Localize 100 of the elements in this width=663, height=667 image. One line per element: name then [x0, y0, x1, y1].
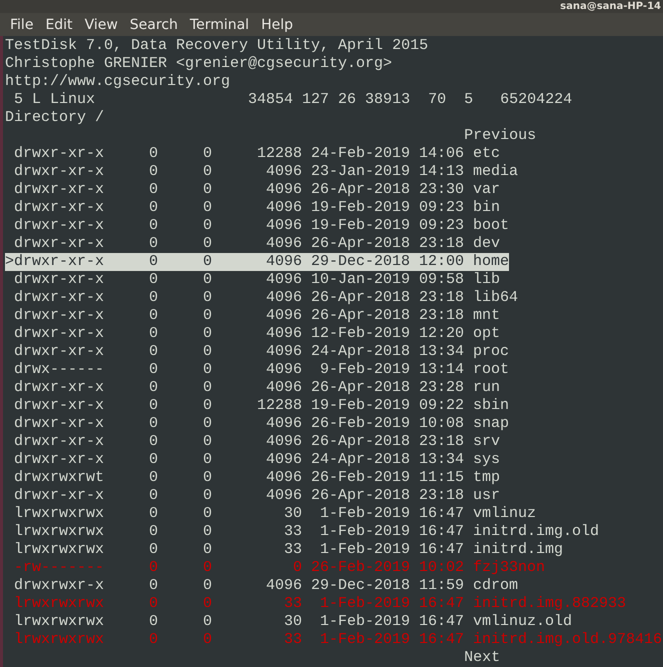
- menu-item[interactable]: File: [4, 16, 40, 33]
- size-text: 4096: [265, 433, 302, 451]
- permissions-text: drwxr-xr-x: [14, 235, 106, 253]
- gid-text: 0: [203, 253, 212, 271]
- size-text: 33: [283, 523, 302, 541]
- file-name: initrd.img.old.978416: [473, 631, 662, 649]
- time-text: 16:47: [419, 505, 464, 523]
- permissions-text: drwxr-xr-x: [14, 307, 106, 325]
- menu-item[interactable]: View: [78, 16, 124, 33]
- file-row[interactable]: drwxr-xr-x 0 0 4096 26-Apr-2018 23:30 var: [5, 181, 500, 199]
- gid-text: 0: [203, 163, 212, 181]
- uid-text: 0: [149, 271, 158, 289]
- size-text: 4096: [265, 487, 302, 505]
- file-row[interactable]: lrwxrwxrwx 0 0 30 1-Feb-2019 16:47 vmlinuz.old: [5, 613, 572, 631]
- menu-item[interactable]: Search: [124, 16, 184, 33]
- previous-link[interactable]: Previous: [464, 127, 536, 144]
- time-text: 16:47: [419, 523, 464, 541]
- file-row[interactable]: drwxr-xr-x 0 0 12288 24-Feb-2019 14:06 etc: [5, 145, 500, 163]
- permissions-text: drwxr-xr-x: [14, 289, 106, 307]
- permissions-text: drwxr-xr-x: [14, 379, 106, 397]
- uid-text: 0: [149, 379, 158, 397]
- file-name: fzj33non: [473, 559, 546, 577]
- file-row[interactable]: >drwxr-xr-x 0 0 4096 29-Dec-2018 12:00 home: [5, 253, 510, 271]
- gid-text: 0: [203, 271, 212, 289]
- date-text: 26-Apr-2018: [311, 379, 410, 397]
- file-row[interactable]: drwxr-xr-x 0 0 12288 19-Feb-2019 09:22 sbin: [5, 397, 510, 415]
- file-row[interactable]: drwxr-xr-x 0 0 4096 26-Apr-2018 23:18 lib64: [5, 289, 518, 307]
- time-text: 10:08: [419, 415, 464, 433]
- uid-text: 0: [149, 487, 158, 505]
- terminal-text: http://www.cgsecurity.org: [5, 73, 230, 90]
- file-name: proc: [473, 343, 510, 361]
- size-text: 33: [283, 631, 302, 649]
- menu-item[interactable]: Help: [255, 16, 299, 33]
- date-text: 19-Feb-2019: [311, 397, 410, 415]
- terminal-text: TestDisk 7.0, Data Recovery Utility, April 2015: [5, 37, 428, 54]
- time-text: 14:13: [419, 163, 464, 181]
- date-text: 1-Feb-2019: [319, 613, 410, 631]
- file-row[interactable]: drwxr-xr-x 0 0 4096 10-Jan-2019 09:58 lib: [5, 271, 500, 289]
- file-name: lib: [473, 271, 500, 289]
- time-text: 09:22: [419, 397, 464, 415]
- time-text: 23:30: [419, 181, 464, 199]
- gid-text: 0: [203, 487, 212, 505]
- uid-text: 0: [149, 631, 158, 649]
- permissions-text: drwxr-xr-x: [14, 199, 106, 217]
- file-row[interactable]: drwxr-xr-x 0 0 4096 19-Feb-2019 09:23 bin: [5, 199, 500, 217]
- menu-item[interactable]: Edit: [39, 16, 79, 33]
- file-row[interactable]: drwxr-xr-x 0 0 4096 26-Apr-2018 23:28 run: [5, 379, 500, 397]
- file-row[interactable]: drwxr-xr-x 0 0 4096 12-Feb-2019 12:20 opt: [5, 325, 500, 343]
- time-text: 10:02: [419, 559, 464, 577]
- size-text: 4096: [265, 325, 302, 343]
- gid-text: 0: [203, 595, 212, 613]
- gid-text: 0: [203, 559, 212, 577]
- time-text: 11:15: [419, 469, 464, 487]
- menu-item[interactable]: Terminal: [184, 16, 256, 33]
- window-title: sana@sana-HP-14: [560, 0, 661, 13]
- time-text: 16:47: [419, 595, 464, 613]
- time-text: 12:20: [419, 325, 464, 343]
- file-row[interactable]: drwxrwxr-x 0 0 4096 29-Dec-2018 11:59 cdrom: [5, 577, 518, 595]
- file-row[interactable]: drwx------ 0 0 4096 9-Feb-2019 13:14 root: [5, 361, 510, 379]
- file-row[interactable]: drwxr-xr-x 0 0 4096 24-Apr-2018 13:34 proc: [5, 343, 510, 361]
- permissions-text: drwxr-xr-x: [14, 415, 106, 433]
- file-row[interactable]: drwxr-xr-x 0 0 4096 26-Apr-2018 23:18 mnt: [5, 307, 500, 325]
- file-row[interactable]: drwxr-xr-x 0 0 4096 26-Apr-2018 23:18 dev: [5, 235, 500, 253]
- file-name: dev: [473, 235, 500, 253]
- file-row[interactable]: lrwxrwxrwx 0 0 33 1-Feb-2019 16:47 initrd.img: [5, 541, 564, 559]
- size-text: 4096: [265, 577, 302, 595]
- file-name: sbin: [473, 397, 510, 415]
- permissions-text: lrwxrwxrwx: [14, 631, 106, 649]
- permissions-text: lrwxrwxrwx: [14, 595, 106, 613]
- file-row[interactable]: drwxr-xr-x 0 0 4096 19-Feb-2019 09:23 boot: [5, 217, 510, 235]
- file-name: snap: [473, 415, 510, 433]
- file-row[interactable]: drwxr-xr-x 0 0 4096 23-Jan-2019 14:13 media: [5, 163, 518, 181]
- permissions-text: drwxr-xr-x: [14, 163, 106, 181]
- size-text: 12288: [256, 397, 302, 415]
- time-text: 16:47: [419, 631, 464, 649]
- size-text: 4096: [265, 469, 302, 487]
- file-row[interactable]: drwxr-xr-x 0 0 4096 24-Apr-2018 13:34 sys: [5, 451, 500, 469]
- file-row[interactable]: lrwxrwxrwx 0 0 33 1-Feb-2019 16:47 initrd.img.old: [5, 523, 600, 541]
- gid-text: 0: [203, 307, 212, 325]
- file-row[interactable]: lrwxrwxrwx 0 0 30 1-Feb-2019 16:47 vmlinuz: [5, 505, 536, 523]
- gid-text: 0: [203, 379, 212, 397]
- file-name: initrd.img: [473, 541, 564, 559]
- file-row[interactable]: drwxr-xr-x 0 0 4096 26-Apr-2018 23:18 srv: [5, 433, 500, 451]
- time-text: 09:58: [419, 271, 464, 289]
- time-text: 16:47: [419, 541, 464, 559]
- file-name: lib64: [473, 289, 518, 307]
- permissions-text: lrwxrwxrwx: [14, 505, 106, 523]
- file-name: root: [473, 361, 510, 379]
- gid-text: 0: [203, 217, 212, 235]
- uid-text: 0: [149, 199, 158, 217]
- time-text: 09:23: [419, 199, 464, 217]
- size-text: 30: [283, 613, 302, 631]
- file-row[interactable]: drwxr-xr-x 0 0 4096 26-Apr-2018 23:18 usr: [5, 487, 500, 505]
- date-text: 26-Apr-2018: [311, 487, 410, 505]
- file-row[interactable]: drwxrwxrwt 0 0 4096 26-Feb-2019 11:15 tmp: [5, 469, 500, 487]
- next-link[interactable]: Next: [464, 649, 500, 666]
- uid-text: 0: [149, 613, 158, 631]
- terminal-text: 5 L Linux 34854 127 26 38913 70 5 65204224: [13, 91, 572, 108]
- file-name: cdrom: [473, 577, 518, 595]
- file-row[interactable]: drwxr-xr-x 0 0 4096 26-Feb-2019 10:08 snap: [5, 415, 510, 433]
